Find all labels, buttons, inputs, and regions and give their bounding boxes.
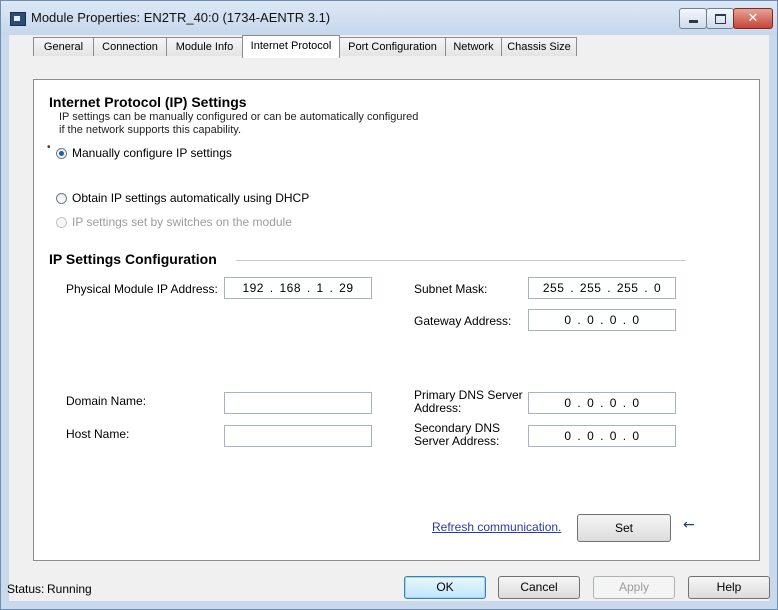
status-value: Running <box>47 582 92 596</box>
primary-dns-label: Primary DNS Server Address: <box>414 389 523 415</box>
help-button[interactable]: Help <box>688 576 770 599</box>
gateway-field[interactable]: 0 . 0 . 0 . 0 <box>528 309 676 331</box>
tab-chassis-size[interactable]: Chassis Size <box>501 37 577 56</box>
tab-module-info[interactable]: Module Info <box>166 37 243 56</box>
window-title: Module Properties: EN2TR_40:0 (1734-AENT… <box>31 10 331 25</box>
apply-button: Apply <box>593 576 675 599</box>
subnet-mask-field[interactable]: 255 . 255 . 255 . 0 <box>528 277 676 299</box>
manual-ip-radio[interactable] <box>56 148 67 159</box>
refresh-communication-link[interactable]: Refresh communication. <box>432 520 561 534</box>
secondary-dns-label-line2: Server Address: <box>414 434 500 448</box>
primary-dns-label-line2: Address: <box>414 401 462 415</box>
secondary-dns-field[interactable]: 0 . 0 . 0 . 0 <box>528 425 676 447</box>
section-divider <box>236 260 686 261</box>
maximize-button[interactable] <box>706 8 734 29</box>
tab-port-configuration[interactable]: Port Configuration <box>339 37 446 56</box>
domain-name-label: Domain Name: <box>66 394 147 408</box>
ip-config-heading: IP Settings Configuration <box>49 251 217 267</box>
dhcp-radio[interactable] <box>56 193 67 204</box>
host-name-field[interactable] <box>224 425 372 447</box>
tab-general[interactable]: General <box>33 37 94 56</box>
ip-settings-description-line1: IP settings can be manually configured o… <box>59 111 419 123</box>
primary-dns-field[interactable]: 0 . 0 . 0 . 0 <box>528 392 676 414</box>
ip-address-field[interactable]: 192 . 168 . 1 . 29 <box>224 277 372 299</box>
switches-label: IP settings set by switches on the modul… <box>72 215 292 229</box>
subnet-mask-label: Subnet Mask: <box>414 282 488 296</box>
switches-radio <box>56 217 67 228</box>
status-label: Status: <box>7 582 45 596</box>
minimize-icon <box>688 20 698 23</box>
dhcp-label[interactable]: Obtain IP settings automatically using D… <box>72 191 309 205</box>
close-button[interactable]: ✕ <box>733 8 773 29</box>
domain-name-field[interactable] <box>224 392 372 414</box>
dialog-client-area: General Connection Module Info Internet … <box>7 35 770 601</box>
app-icon <box>10 12 26 26</box>
set-button[interactable]: Set <box>577 514 671 542</box>
gateway-label: Gateway Address: <box>414 314 512 328</box>
maximize-icon <box>714 13 726 24</box>
ip-address-label: Physical Module IP Address: <box>66 282 218 296</box>
host-name-label: Host Name: <box>66 427 130 441</box>
tab-connection[interactable]: Connection <box>93 37 167 56</box>
internet-protocol-panel: Internet Protocol (IP) Settings IP setti… <box>33 79 760 561</box>
minimize-button[interactable] <box>679 8 707 29</box>
ok-button[interactable]: OK <box>404 576 486 599</box>
ip-settings-heading: Internet Protocol (IP) Settings <box>49 94 247 110</box>
ip-settings-description-line2: if the network supports this capability. <box>59 124 241 136</box>
tab-network[interactable]: Network <box>445 37 502 56</box>
cancel-button[interactable]: Cancel <box>498 576 580 599</box>
arrow-left-icon: ← <box>683 517 695 533</box>
selection-marker-icon: • <box>47 142 51 153</box>
close-icon: ✕ <box>747 11 759 26</box>
module-properties-window: Module Properties: EN2TR_40:0 (1734-AENT… <box>0 0 778 610</box>
tab-internet-protocol[interactable]: Internet Protocol <box>242 35 340 58</box>
title-bar[interactable]: Module Properties: EN2TR_40:0 (1734-AENT… <box>1 1 777 35</box>
secondary-dns-label: Secondary DNS Server Address: <box>414 422 500 448</box>
manual-ip-label[interactable]: Manually configure IP settings <box>72 146 232 160</box>
